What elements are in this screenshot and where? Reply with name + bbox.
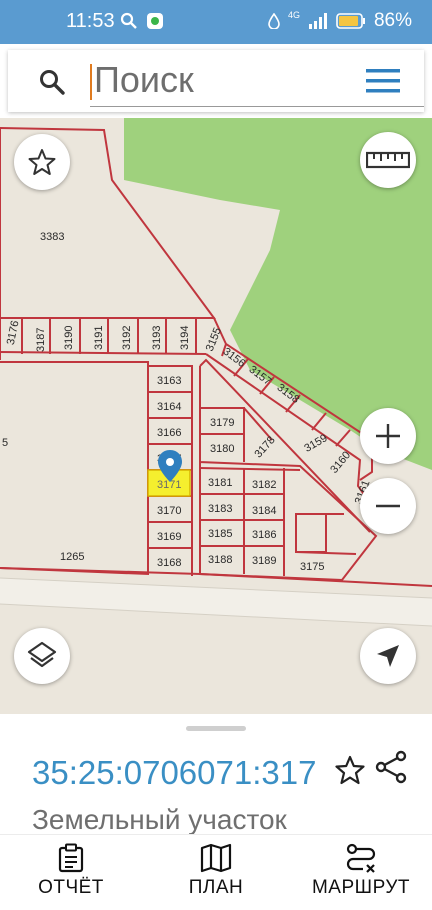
parcel-label-3184: 3184	[252, 505, 276, 517]
parcel-label-3187: 3187	[35, 328, 47, 352]
plus-icon	[376, 424, 400, 448]
battery-icon	[336, 13, 365, 29]
parcel-label-3194: 3194	[179, 326, 191, 350]
network-type: 4G	[287, 10, 300, 20]
layers-icon	[27, 641, 57, 668]
sheet-drag-handle[interactable]	[186, 726, 246, 731]
nav-route-label: МАРШРУТ	[311, 877, 411, 898]
data-saver-icon	[268, 13, 280, 29]
parcel-label-3178: 3178	[252, 434, 277, 460]
parcel-label-3188: 3188	[208, 554, 232, 566]
parcel-label-3189: 3189	[252, 555, 276, 567]
parcel-label-3181: 3181	[208, 477, 232, 489]
parcel-label-3186: 3186	[252, 529, 276, 541]
parcel-label-3185: 3185	[208, 528, 232, 540]
search-input[interactable]	[94, 56, 344, 104]
parcel-label-3175: 3175	[300, 561, 324, 573]
parcel-label-3192: 3192	[121, 326, 133, 350]
nav-plan-label: ПЛАН	[188, 877, 244, 898]
search-bar	[8, 50, 424, 112]
status-time: 11:53	[66, 10, 115, 32]
parcel-label-5: 5	[2, 437, 8, 449]
navigation-arrow-icon	[377, 645, 399, 667]
zoom-out-button[interactable]	[360, 478, 416, 534]
parcel-label-3182: 3182	[252, 479, 276, 491]
menu-icon[interactable]	[366, 68, 400, 94]
parcel-label-3169: 3169	[157, 531, 181, 543]
star-icon	[28, 149, 56, 175]
parcel-label-3163: 3163	[157, 375, 181, 387]
ruler-icon	[366, 151, 410, 169]
text-caret	[90, 64, 92, 100]
bottom-navigation: ОТЧЁТ ПЛАН МАРШРУТ	[0, 834, 432, 910]
road	[0, 578, 432, 626]
parcel-label-3179: 3179	[210, 417, 234, 429]
parcel-label-3190: 3190	[63, 326, 75, 350]
status-bar: 11:53 4G 86%	[0, 0, 432, 44]
route-icon	[346, 843, 376, 873]
nav-report-label: ОТЧЁТ	[38, 877, 104, 898]
parcel-label-3170: 3170	[157, 505, 181, 517]
parcel-label-3191: 3191	[93, 326, 105, 350]
search-notification-icon	[120, 12, 137, 29]
nav-report[interactable]: ОТЧЁТ	[6, 843, 136, 907]
parcel-label-3159: 3159	[302, 432, 329, 455]
share-icon[interactable]	[374, 750, 408, 784]
parcel-label-3180: 3180	[210, 443, 234, 455]
layers-button[interactable]	[14, 628, 70, 684]
object-type: Земельный участок	[32, 804, 287, 835]
cadastral-number: 35:25:0706071:317	[32, 754, 317, 791]
report-icon	[58, 843, 84, 873]
parcel-label-3168: 3168	[157, 557, 181, 569]
battery-level: 86%	[373, 10, 412, 31]
nav-route[interactable]: МАРШРУТ	[296, 843, 426, 907]
object-info-sheet[interactable]: 35:25:0706071:317 Земельный участок	[0, 714, 432, 835]
app-notification-icon	[147, 13, 163, 29]
parcel-label-3164: 3164	[157, 401, 181, 413]
parcel-label-3176: 3176	[5, 320, 22, 346]
status-icons-right: 4G 86%	[268, 10, 412, 32]
parcel-label-3155: 3155	[204, 326, 224, 353]
parcel-label-3193: 3193	[151, 326, 163, 350]
ruler-button[interactable]	[360, 132, 416, 188]
parcel-label-3183: 3183	[208, 503, 232, 515]
favorite-star-icon[interactable]	[334, 754, 366, 786]
parcel-label-3166: 3166	[157, 427, 181, 439]
signal-icon	[308, 13, 327, 29]
favorite-button[interactable]	[14, 134, 70, 190]
search-icon[interactable]	[38, 68, 66, 96]
parcel-label-3383: 3383	[40, 231, 64, 243]
search-underline	[90, 106, 424, 107]
zoom-in-button[interactable]	[360, 408, 416, 464]
status-icons-left	[120, 12, 164, 30]
map-icon	[200, 843, 232, 873]
parcel-label-1265: 1265	[60, 551, 84, 563]
nav-plan[interactable]: ПЛАН	[151, 843, 281, 907]
my-location-button[interactable]	[360, 628, 416, 684]
minus-icon	[376, 504, 400, 508]
